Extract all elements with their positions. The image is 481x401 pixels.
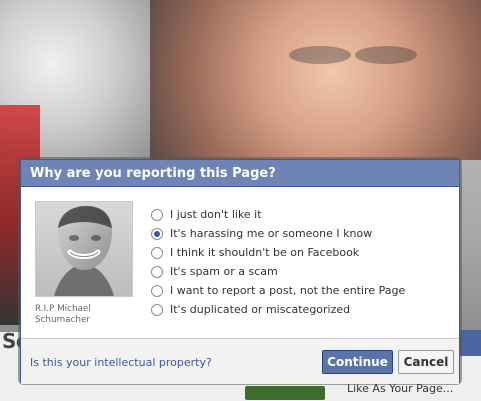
reason-label: I just don't like it bbox=[170, 208, 262, 221]
dialog-body: R.I.P Michael Schumacher I just don't li… bbox=[21, 187, 459, 338]
reason-label: I want to report a post, not the entire … bbox=[170, 284, 406, 297]
reason-label: It's spam or a scam bbox=[170, 265, 278, 278]
profile-caption: R.I.P Michael Schumacher bbox=[35, 304, 145, 326]
reason-option[interactable]: I think it shouldn't be on Facebook bbox=[151, 243, 451, 262]
profile-photo-image bbox=[36, 202, 132, 296]
continue-button[interactable]: Continue bbox=[322, 350, 393, 374]
background-face bbox=[150, 0, 481, 160]
dialog-footer: Is this your intellectual property? Cont… bbox=[21, 338, 459, 384]
radio-button[interactable] bbox=[151, 284, 163, 297]
dialog-frame: Why are you reporting this Page? R.I.P M… bbox=[20, 159, 460, 384]
background-blue-box bbox=[460, 330, 481, 356]
radio-button[interactable] bbox=[151, 265, 163, 278]
reason-label: It's duplicated or miscategorized bbox=[170, 303, 351, 316]
reason-option[interactable]: It's harassing me or someone I know bbox=[151, 224, 451, 243]
intellectual-property-link[interactable]: Is this your intellectual property? bbox=[30, 356, 212, 369]
radio-button[interactable] bbox=[151, 303, 163, 316]
reason-option[interactable]: I just don't like it bbox=[151, 205, 451, 224]
radio-button[interactable] bbox=[151, 227, 163, 240]
report-page-dialog: Why are you reporting this Page? R.I.P M… bbox=[18, 157, 462, 385]
profile-caption-line2: Schumacher bbox=[35, 315, 90, 325]
profile-caption-line1: R.I.P Michael bbox=[35, 304, 91, 314]
cancel-button[interactable]: Cancel bbox=[398, 350, 454, 374]
radio-button[interactable] bbox=[151, 208, 163, 221]
reason-label: It's harassing me or someone I know bbox=[170, 227, 373, 240]
report-reason-options: I just don't like it It's harassing me o… bbox=[151, 205, 451, 319]
dialog-header: Why are you reporting this Page? bbox=[21, 160, 459, 187]
reason-option[interactable]: It's spam or a scam bbox=[151, 262, 451, 281]
reason-label: I think it shouldn't be on Facebook bbox=[170, 246, 360, 259]
reason-option[interactable]: It's duplicated or miscategorized bbox=[151, 300, 451, 319]
reason-option[interactable]: I want to report a post, not the entire … bbox=[151, 281, 451, 300]
dialog-title: Why are you reporting this Page? bbox=[30, 165, 276, 181]
profile-photo bbox=[35, 201, 133, 297]
background-green-bar bbox=[245, 386, 325, 400]
radio-button[interactable] bbox=[151, 246, 163, 259]
